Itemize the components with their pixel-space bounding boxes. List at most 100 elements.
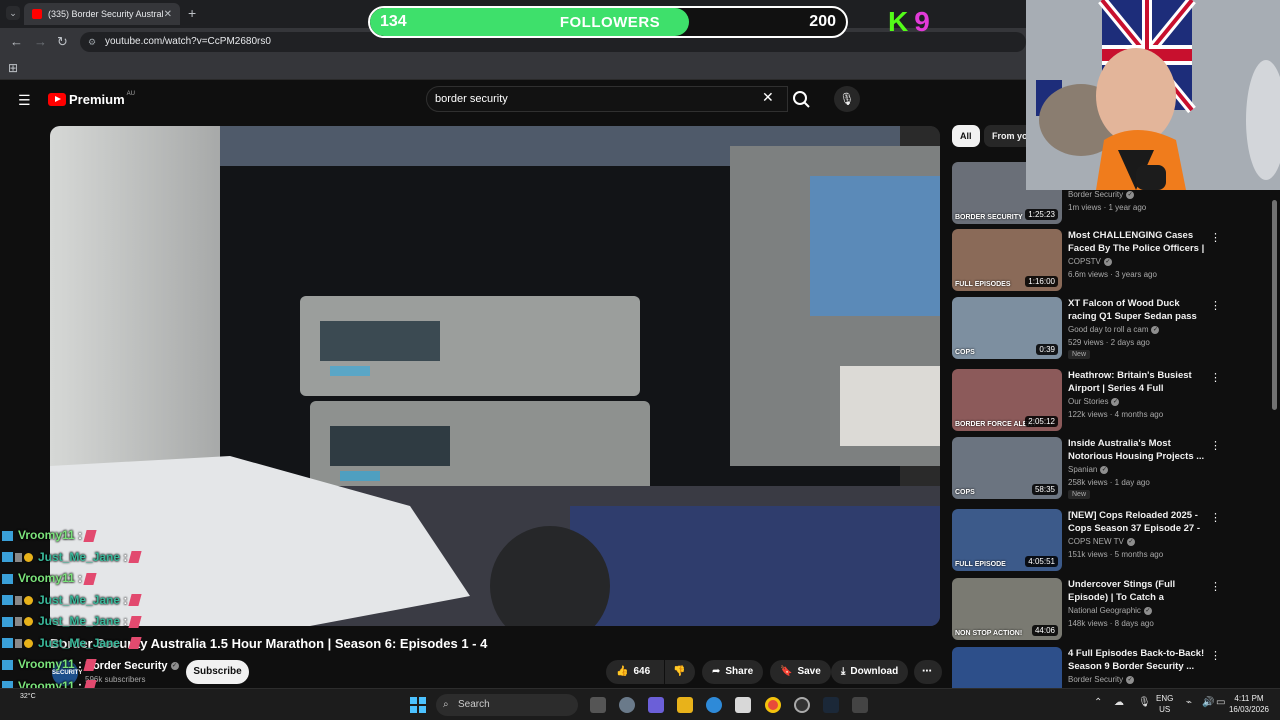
chat-message: Just_Me_Jane : <box>2 636 142 650</box>
twitch-badge-icon <box>2 552 13 563</box>
recommendation-thumbnail[interactable]: FULL EPISODE 4:05:51 <box>952 509 1062 571</box>
more-vertical-icon[interactable]: ⋮ <box>1210 231 1221 244</box>
recommendation-item[interactable]: FULL EPISODE 4:05:51 [NEW] Cops Reloaded 2… <box>952 509 1222 571</box>
verified-icon: ✓ <box>1126 675 1135 684</box>
back-icon[interactable]: ← <box>10 34 23 49</box>
mic-badge-icon <box>15 638 22 648</box>
thumbnail-overlay-text: COPS <box>955 489 975 496</box>
logo-text: Premium <box>69 92 125 107</box>
search-icon[interactable] <box>788 86 816 112</box>
task-view-icon[interactable] <box>590 697 606 713</box>
scrollbar-thumb[interactable] <box>1272 200 1277 410</box>
menu-icon[interactable]: ☰ <box>18 92 31 109</box>
more-vertical-icon[interactable]: ⋮ <box>1210 649 1221 662</box>
recommendation-thumbnail[interactable]: NON STOP ACTION! 44:06 <box>952 578 1062 640</box>
more-vertical-icon[interactable]: ⋮ <box>1210 580 1221 593</box>
recommendation-channel[interactable]: COPSTV ✓ <box>1068 257 1112 266</box>
thumbnail-overlay-text: COPS <box>955 349 975 356</box>
video-player[interactable] <box>50 126 940 626</box>
app-icon[interactable] <box>852 697 868 713</box>
close-tab-icon[interactable]: ✕ <box>164 9 172 20</box>
tab-search-button[interactable]: ⌄ <box>6 6 20 20</box>
chip-all[interactable]: All <box>952 125 980 147</box>
store-icon[interactable] <box>735 697 751 713</box>
more-vertical-icon[interactable]: ⋮ <box>1210 299 1221 312</box>
recommendation-thumbnail[interactable]: FULL EPISODES 1:16:00 <box>952 229 1062 291</box>
followers-goal-bar: FOLLOWERS 134 200 <box>368 6 848 38</box>
recommendation-channel-name: Spanian <box>1068 465 1098 474</box>
recommendation-channel[interactable]: Our Stories ✓ <box>1068 397 1120 406</box>
recommendation-channel[interactable]: COPS NEW TV ✓ <box>1068 537 1135 546</box>
browser-tab[interactable]: (335) Border Security Australia ✕ <box>24 3 180 25</box>
file-explorer-icon[interactable] <box>677 697 693 713</box>
region-code: AU <box>126 90 135 97</box>
recommendation-channel[interactable]: Good day to roll a cam ✓ <box>1068 325 1160 334</box>
more-vertical-icon[interactable]: ⋮ <box>1210 371 1221 384</box>
webcam-feed <box>1026 0 1280 190</box>
more-vertical-icon[interactable]: ⋮ <box>1210 439 1221 452</box>
tray-overflow-icon[interactable]: ⌃ <box>1094 697 1102 708</box>
network-icon[interactable]: ☁ <box>1114 697 1124 708</box>
download-button[interactable]: ⤓ Download <box>831 660 909 684</box>
recommendation-title[interactable]: Inside Australia's Most Notorious Housin… <box>1068 437 1206 463</box>
recommendation-item[interactable]: COPS 58:35 Inside Australia's Most Notorio… <box>952 437 1222 499</box>
apps-grid-icon[interactable]: ⊞ <box>8 61 18 75</box>
recommendation-title[interactable]: XT Falcon of Wood Duck racing Q1 Super S… <box>1068 297 1206 323</box>
wifi-icon[interactable]: ⌁ <box>1186 697 1192 708</box>
recommendation-channel[interactable]: National Geographic ✓ <box>1068 606 1152 615</box>
recommendation-title[interactable]: [NEW] Cops Reloaded 2025 - Cops Season 3… <box>1068 509 1206 535</box>
reload-icon[interactable]: ↻ <box>57 34 68 50</box>
recommendation-title[interactable]: 4 Full Episodes Back-to-Back! Season 9 B… <box>1068 647 1206 673</box>
taskbar-search[interactable]: ⌕ Search <box>436 694 578 716</box>
language-indicator[interactable]: ENG US <box>1156 693 1173 715</box>
chat-username: Just_Me_Jane <box>38 614 121 628</box>
save-button[interactable]: 🔖 Save <box>770 660 831 684</box>
share-button[interactable]: ➦ Share <box>702 660 764 684</box>
edge-browser-icon[interactable] <box>706 697 722 713</box>
recommendation-item[interactable]: NON STOP ACTION! 44:06 Undercover Stings (… <box>952 578 1222 640</box>
windows-start-icon[interactable] <box>410 697 426 713</box>
clock[interactable]: 4:11 PM 16/03/2026 <box>1224 693 1274 715</box>
recommendation-title[interactable]: Heathrow: Britain's Busiest Airport | Se… <box>1068 369 1206 395</box>
clear-search-icon[interactable]: ✕ <box>762 89 774 106</box>
recommendation-title[interactable]: Most CHALLENGING Cases Faced By The Poli… <box>1068 229 1206 255</box>
search-input[interactable]: border security <box>426 86 788 112</box>
weather-widget[interactable]: 32°C <box>20 693 36 700</box>
microphone-icon[interactable]: 🎙 <box>1138 697 1151 708</box>
recommendation-channel[interactable]: Border Security ✓ <box>1068 190 1135 199</box>
chrome-icon[interactable] <box>765 697 781 713</box>
settings-icon[interactable] <box>619 697 635 713</box>
channel-name[interactable]: Border Security ✓ <box>85 660 179 672</box>
new-tab-button[interactable]: + <box>188 5 196 21</box>
emote-icon <box>128 594 142 607</box>
recommendation-item[interactable]: BORDER FORCE ALERT 2:05:12 Heathrow: Brita… <box>952 369 1222 431</box>
recommendation-item[interactable]: COPS 0:39 XT Falcon of Wood Duck racing Q1… <box>952 297 1222 359</box>
recommendation-thumbnail[interactable]: COPS 0:39 <box>952 297 1062 359</box>
recommendation-channel[interactable]: Border Security ✓ <box>1068 675 1135 684</box>
dislike-button[interactable]: 👎 <box>665 660 695 684</box>
recommendation-channel[interactable]: Spanian ✓ <box>1068 465 1109 474</box>
thumbs-down-icon: 👎 <box>673 666 686 677</box>
steam-icon[interactable] <box>823 697 839 713</box>
emote-icon <box>128 615 142 628</box>
mic-badge-icon <box>15 595 22 605</box>
more-vertical-icon[interactable]: ⋮ <box>1210 511 1221 524</box>
like-button[interactable]: 👍 646 <box>606 660 664 684</box>
obs-icon[interactable] <box>794 697 810 713</box>
more-actions-button[interactable]: ⋯ <box>914 660 942 684</box>
channel-name-text: Border Security <box>85 660 168 672</box>
recommendation-meta: 122k views · 4 months ago <box>1068 410 1164 419</box>
recommendation-thumbnail[interactable]: COPS 58:35 <box>952 437 1062 499</box>
recommendation-channel-name: National Geographic <box>1068 606 1141 615</box>
recommendation-thumbnail[interactable]: BORDER FORCE ALERT 2:05:12 <box>952 369 1062 431</box>
recommendation-title[interactable]: Undercover Stings (Full Episode) | To Ca… <box>1068 578 1206 604</box>
forward-icon[interactable]: → <box>34 34 47 49</box>
volume-icon[interactable]: 🔊 <box>1202 697 1214 708</box>
twitch-badge-icon <box>2 616 13 627</box>
voice-search-icon[interactable]: 🎙 <box>834 86 860 112</box>
site-info-icon[interactable]: ⚙ <box>88 32 96 52</box>
subscribe-button[interactable]: Subscribe <box>186 660 249 684</box>
youtube-logo[interactable]: Premium AU <box>48 90 135 107</box>
copilot-icon[interactable] <box>648 697 664 713</box>
recommendation-item[interactable]: FULL EPISODES 1:16:00 Most CHALLENGING Cas… <box>952 229 1222 291</box>
